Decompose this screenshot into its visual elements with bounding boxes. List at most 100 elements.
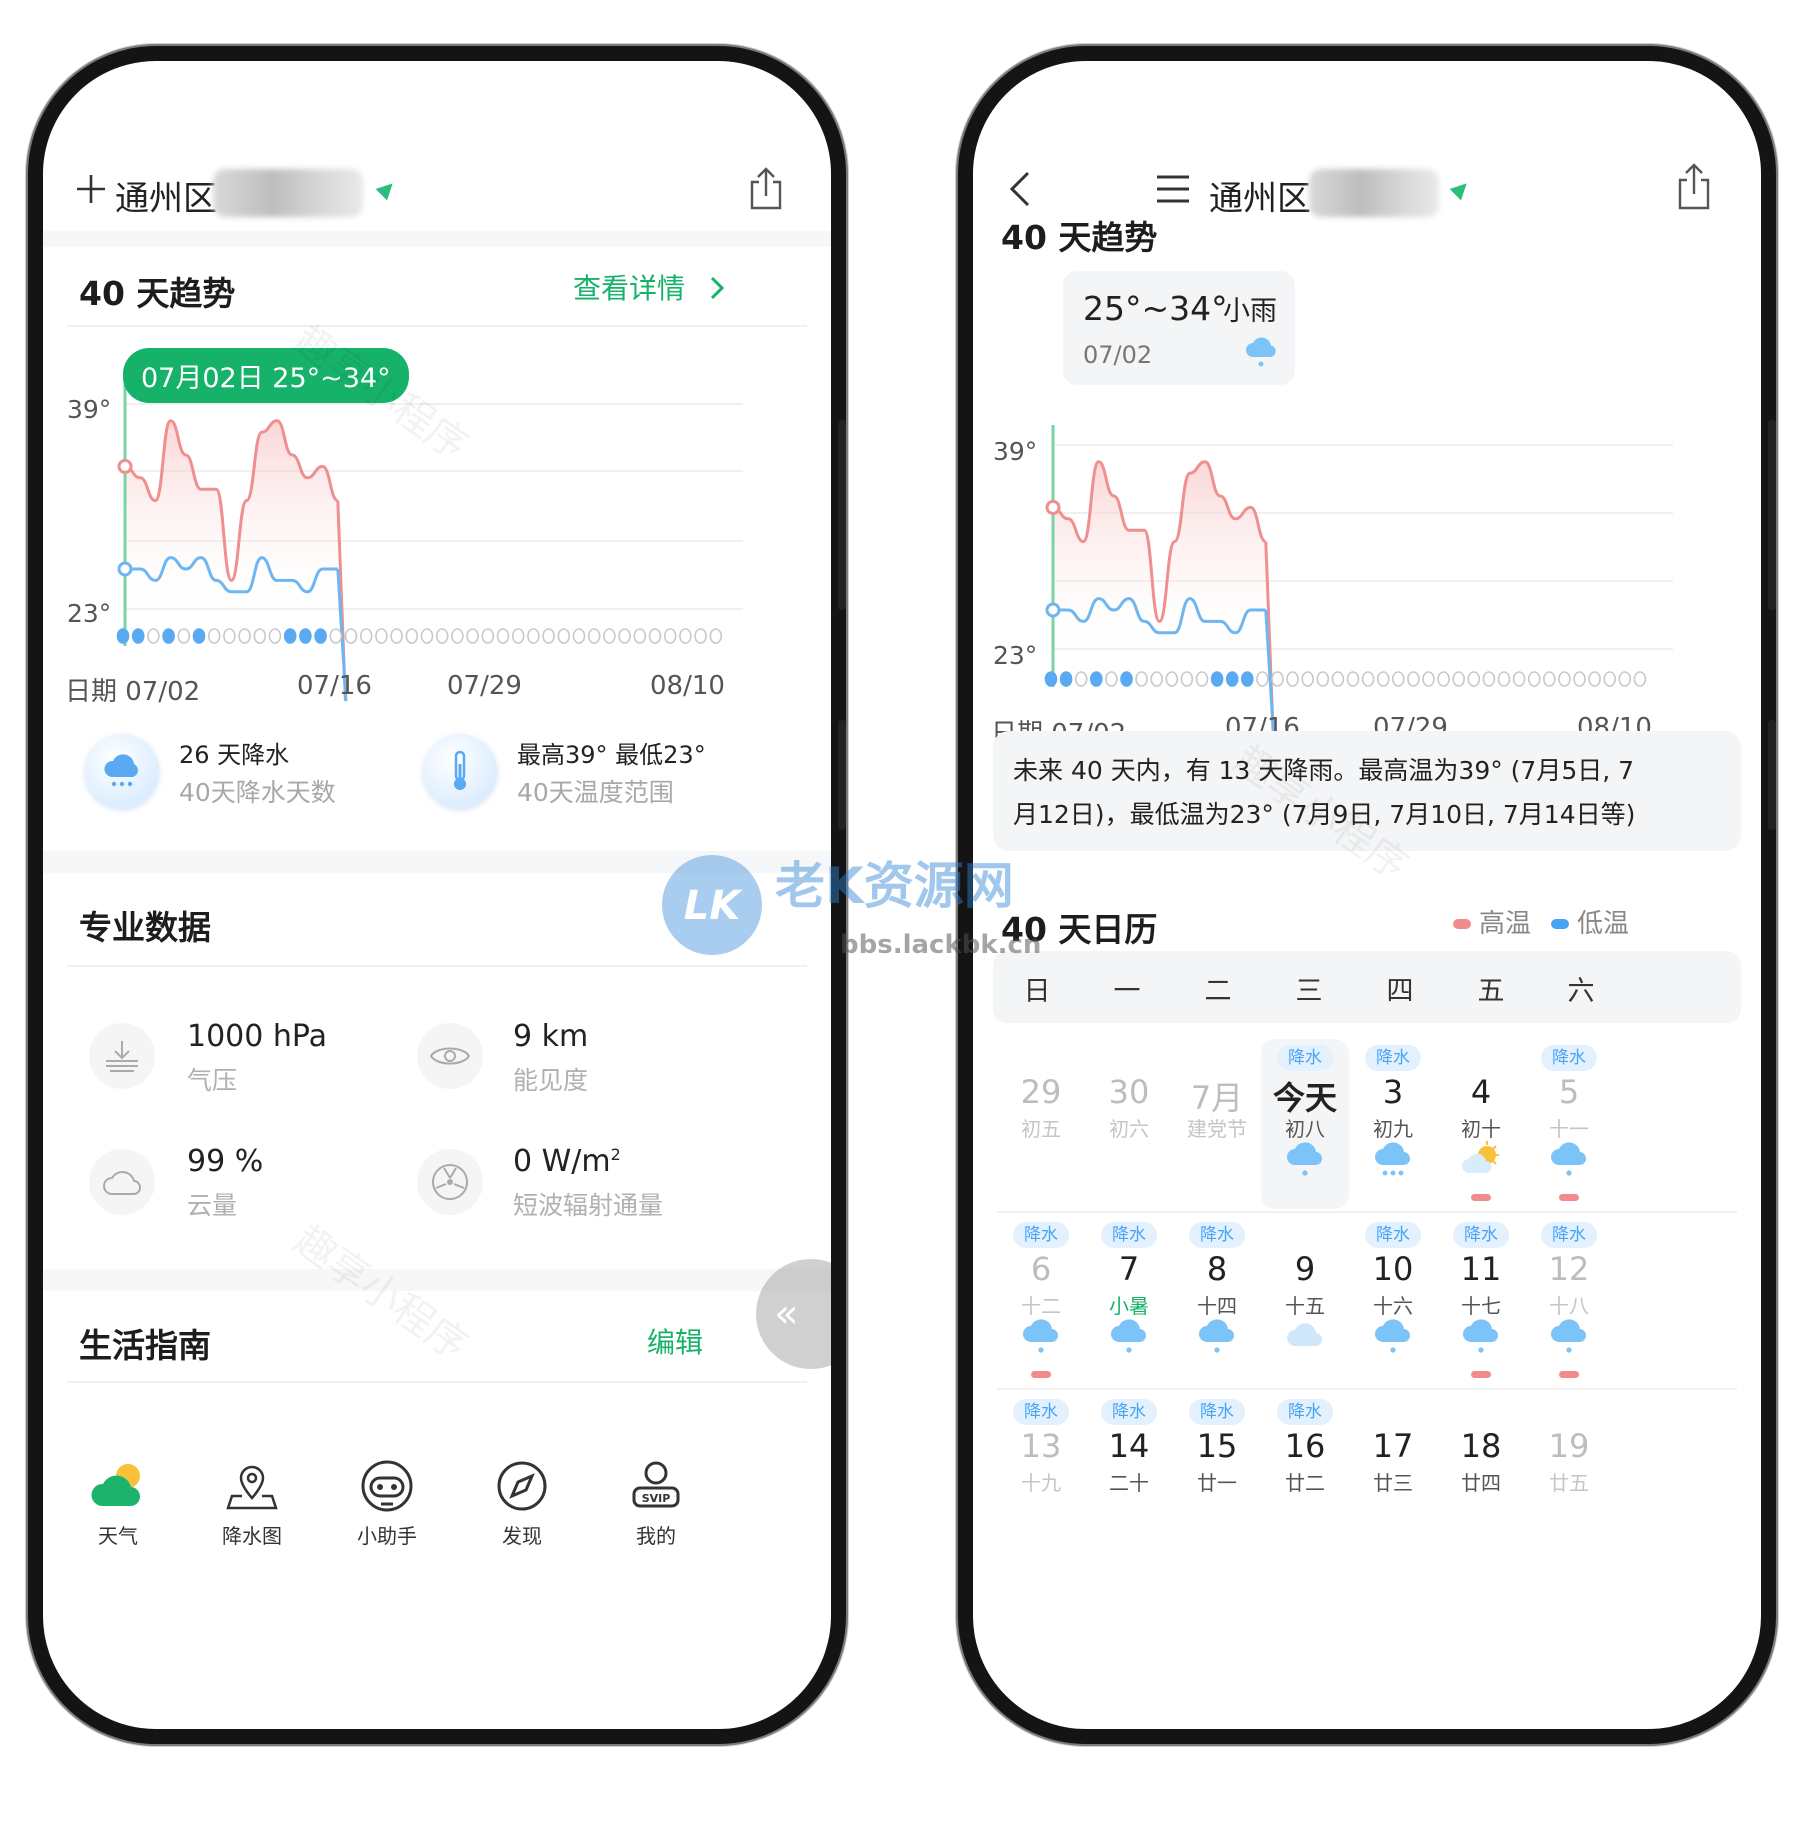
calendar-day[interactable]: 4 初十: [1437, 1039, 1525, 1209]
dry-day-marker: [238, 628, 251, 644]
pressure-label: 气压: [187, 1066, 238, 1095]
calendar-day[interactable]: 9 十五: [1261, 1216, 1349, 1386]
dry-day-marker: [1437, 671, 1450, 687]
pro-data-title: 专业数据: [79, 908, 211, 947]
dry-day-marker: [1452, 671, 1466, 687]
rain-day-marker: [299, 628, 312, 644]
calendar-day[interactable]: 降水 7 小暑: [1085, 1216, 1173, 1386]
calendar-day[interactable]: 降水 13 十九: [997, 1393, 1085, 1563]
calendar-day[interactable]: 降水 15 廿一: [1173, 1393, 1261, 1563]
dry-day-marker: [420, 628, 434, 644]
dry-day-marker: [618, 628, 631, 644]
legend-high-label: 高温: [1479, 909, 1532, 939]
high-temp-area: [125, 420, 338, 626]
calendar-day[interactable]: 降水 5 十一: [1525, 1039, 1613, 1209]
day-number: 30: [1108, 1073, 1150, 1111]
rain-day-marker: [192, 628, 206, 644]
y-axis-high-label: 39°: [993, 437, 1038, 466]
calendar-day[interactable]: 降水 12 十八: [1525, 1216, 1613, 1386]
calendar-day[interactable]: 29 初五: [997, 1039, 1085, 1209]
day-number: 14: [1108, 1427, 1150, 1465]
rain-day-marker: [283, 628, 297, 644]
legend-high-swatch: [1453, 919, 1471, 929]
assistant-robot-icon: [361, 1460, 413, 1512]
lunar-date: 初十: [1461, 1117, 1501, 1141]
high-temp-marker: [1471, 1371, 1491, 1378]
edit-link[interactable]: 编辑: [647, 1321, 703, 1361]
rain-map-icon: [226, 1465, 278, 1510]
lunar-date: 初八: [1285, 1117, 1325, 1141]
calendar-day[interactable]: 降水 10 十六: [1349, 1216, 1437, 1386]
lunar-date: 廿二: [1285, 1471, 1325, 1495]
calendar-day[interactable]: 19 廿五: [1525, 1393, 1613, 1563]
calendar-day[interactable]: 7月 建党节: [1173, 1039, 1261, 1209]
date-label-2: 07/29: [447, 671, 522, 701]
calendar-day[interactable]: 降水 16 廿二: [1261, 1393, 1349, 1563]
dry-day-marker: [1150, 671, 1163, 687]
date-label-3: 08/10: [650, 671, 725, 701]
calendar-day[interactable]: 18 廿四: [1437, 1393, 1525, 1563]
calendar-day[interactable]: 降水 今天 初八: [1261, 1039, 1349, 1209]
calendar-day[interactable]: 30 初六: [1085, 1039, 1173, 1209]
lunar-date: 十二: [1021, 1294, 1061, 1318]
trend-chart-right[interactable]: [973, 61, 1776, 741]
life-guide-title: 生活指南: [79, 1326, 211, 1365]
radiation-value: 0 W/m2: [513, 1144, 621, 1179]
weather-icon: [91, 1464, 141, 1507]
day-number: 7: [1118, 1250, 1140, 1288]
dry-day-marker: [1588, 671, 1601, 687]
day-number: 5: [1558, 1073, 1580, 1111]
nav-assistant-label: 小助手: [357, 1524, 417, 1548]
dry-day-marker: [663, 628, 677, 644]
nav-weather-label: 天气: [98, 1524, 138, 1548]
dry-day-marker: [435, 628, 449, 644]
dry-day-marker: [1165, 671, 1179, 687]
weekday-tue: 二: [1204, 976, 1232, 1007]
calendar-day[interactable]: 降水 8 十四: [1173, 1216, 1261, 1386]
rain-tag: 降水: [1365, 1045, 1421, 1071]
lunar-date: 十一: [1549, 1117, 1589, 1141]
compass-icon: [497, 1461, 547, 1511]
visibility-label: 能见度: [513, 1066, 589, 1095]
rain-tag: 降水: [1101, 1222, 1157, 1248]
rain-day-marker: [1210, 671, 1224, 687]
rain-day-marker: [162, 628, 175, 644]
temp-range-label: 40天温度范围: [517, 778, 674, 807]
rain-tag: 降水: [1365, 1222, 1421, 1248]
dry-day-marker: [587, 628, 601, 644]
rain-tag: 降水: [1013, 1222, 1069, 1248]
calendar-row-divider: [997, 1388, 1737, 1390]
lunar-date: 十九: [1021, 1471, 1061, 1495]
calendar-day[interactable]: 降水 6 十二: [997, 1216, 1085, 1386]
rain-icon: [1551, 1142, 1587, 1176]
temp-range-value: 最高39° 最低23°: [517, 741, 706, 769]
dry-day-marker: [1422, 671, 1435, 687]
band: [43, 1269, 831, 1291]
volume-button: [838, 420, 846, 610]
divider: [67, 965, 807, 967]
high-temp-point: [1045, 499, 1061, 515]
calendar-day[interactable]: 17 廿三: [1349, 1393, 1437, 1563]
day-number: 29: [1020, 1073, 1062, 1111]
radiation-label: 短波辐射通量: [513, 1191, 664, 1220]
calendar-day[interactable]: 降水 3 初九: [1349, 1039, 1437, 1209]
high-temp-point: [117, 458, 133, 474]
dry-day-marker: [557, 628, 571, 644]
calendar-day[interactable]: 降水 11 十七: [1437, 1216, 1525, 1386]
day-number: 19: [1548, 1427, 1590, 1465]
dry-day-marker: [1331, 671, 1345, 687]
day-number: 16: [1284, 1427, 1326, 1465]
svip-badge-text: SVIP: [642, 1492, 671, 1505]
divider: [67, 1381, 807, 1383]
dry-day-marker: [147, 628, 160, 644]
dry-day-marker: [223, 628, 236, 644]
dry-day-marker: [177, 628, 191, 644]
high-temp-marker: [1471, 1194, 1491, 1201]
nav-discover-label: 发现: [502, 1524, 542, 1548]
calendar-day[interactable]: 降水 14 二十: [1085, 1393, 1173, 1563]
dry-day-marker: [253, 628, 267, 644]
rain-day-marker: [1059, 671, 1073, 687]
lunar-date: 十五: [1285, 1294, 1325, 1318]
dry-day-marker: [1180, 671, 1194, 687]
dry-day-marker: [496, 628, 510, 644]
